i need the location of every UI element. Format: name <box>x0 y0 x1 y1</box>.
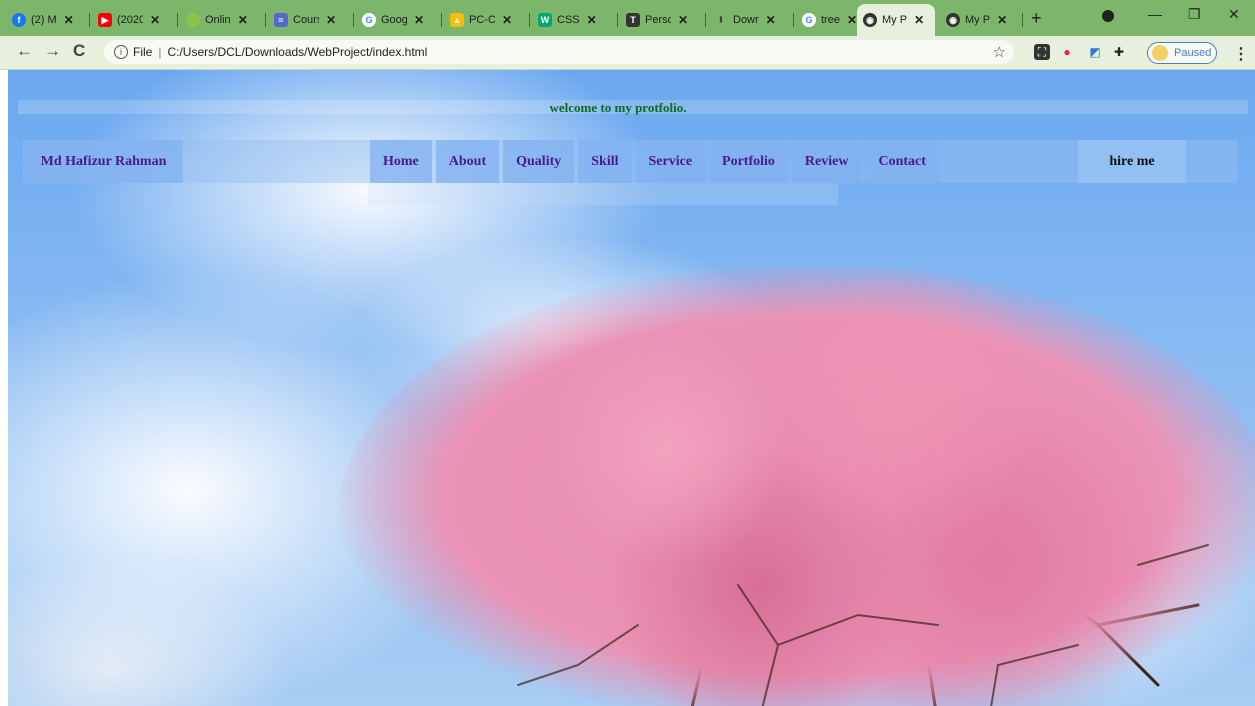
back-button[interactable]: ← <box>16 41 33 61</box>
close-window-button[interactable]: ✕ <box>1228 6 1240 23</box>
profile-button[interactable]: Paused <box>1147 42 1217 64</box>
close-tab-icon[interactable]: ✕ <box>326 13 336 27</box>
address-separator: | <box>158 45 162 59</box>
browser-tab[interactable]: ▶ (2020 ✕ <box>92 8 174 32</box>
profile-status: Paused <box>1174 47 1212 59</box>
nav-skill[interactable]: Skill <box>578 140 632 183</box>
browser-tab[interactable]: ◉ My P ✕ <box>940 8 1020 32</box>
android-icon <box>186 13 200 27</box>
browser-tab[interactable]: ≈ Cours ✕ <box>268 8 350 32</box>
w3schools-icon: W <box>538 13 552 27</box>
info-icon[interactable]: i <box>114 45 128 59</box>
menu-kebab-icon[interactable]: ⋮ <box>1233 44 1249 64</box>
globe-icon: ◉ <box>863 13 877 27</box>
tab-separator <box>529 13 530 27</box>
browser-tab[interactable]: f (2) M ✕ <box>6 8 86 32</box>
extension-icon[interactable]: ● <box>1059 44 1075 60</box>
tab-separator <box>177 13 178 27</box>
google-icon: G <box>362 13 376 27</box>
avatar <box>1152 45 1168 61</box>
close-tab-icon[interactable]: ✕ <box>414 13 424 27</box>
tab-separator <box>89 13 90 27</box>
puzzle-icon[interactable]: ✚ <box>1111 44 1127 60</box>
browser-toolbar: ← → C i File | C:/Users/DCL/Downloads/We… <box>0 36 1255 70</box>
new-tab-button[interactable]: + <box>1031 8 1042 29</box>
tab-separator <box>617 13 618 27</box>
tex-icon: T <box>626 13 640 27</box>
nav-portfolio[interactable]: Portfolio <box>709 140 788 183</box>
address-bar[interactable]: i File | C:/Users/DCL/Downloads/WebProje… <box>104 40 1014 64</box>
drive-icon: ▲ <box>450 13 464 27</box>
google-icon: G <box>802 13 816 27</box>
close-tab-icon[interactable]: ✕ <box>587 13 597 27</box>
download-icon: ⭳ <box>719 14 723 24</box>
course-icon: ≈ <box>274 13 288 27</box>
navbar-shadow <box>368 183 838 205</box>
tab-separator <box>1022 13 1023 27</box>
main-menu: Home About Quality Skill Service Portfol… <box>370 140 939 183</box>
tab-separator <box>793 13 794 27</box>
tab-separator <box>705 13 706 27</box>
hire-me-button[interactable]: hire me <box>1078 140 1186 183</box>
brand-logo-text[interactable]: Md Hafizur Rahman <box>24 140 183 183</box>
browser-tab[interactable]: W CSS ✕ <box>532 8 614 32</box>
close-tab-icon[interactable]: ✕ <box>502 13 512 27</box>
extension-icon[interactable]: ◩ <box>1087 44 1103 60</box>
nav-service[interactable]: Service <box>635 140 706 183</box>
restore-button[interactable]: ❐ <box>1188 6 1201 23</box>
browser-tab[interactable]: Onlin ✕ <box>180 8 262 32</box>
browser-tab[interactable]: ⭳ Dowr ✕ <box>708 8 790 32</box>
close-tab-icon[interactable]: ✕ <box>997 13 1007 27</box>
tab-strip: f (2) M ✕ ▶ (2020 ✕ Onlin ✕ ≈ Cours ✕ G … <box>0 0 1255 36</box>
scheme-label: File <box>133 45 153 59</box>
browser-tab-active[interactable]: ◉ My P ✕ <box>857 4 935 36</box>
reload-button[interactable]: C <box>73 41 85 61</box>
forward-button[interactable]: → <box>44 41 61 61</box>
tree-branches-front <box>517 544 1209 706</box>
extension-icon[interactable]: ⛶ <box>1034 44 1050 60</box>
tab-search-icon[interactable] <box>1102 10 1114 22</box>
close-tab-icon[interactable]: ✕ <box>150 13 160 27</box>
nav-about[interactable]: About <box>435 140 500 183</box>
close-tab-icon[interactable]: ✕ <box>847 13 857 27</box>
tab-separator <box>441 13 442 27</box>
welcome-text: welcome to my protfolio. <box>549 100 687 115</box>
facebook-icon: f <box>12 13 26 27</box>
close-tab-icon[interactable]: ✕ <box>766 13 776 27</box>
minimize-button[interactable]: — <box>1148 6 1162 22</box>
nav-quality[interactable]: Quality <box>503 140 575 183</box>
nav-home[interactable]: Home <box>370 140 432 183</box>
close-tab-icon[interactable]: ✕ <box>238 13 248 27</box>
nav-contact[interactable]: Contact <box>865 140 939 183</box>
close-tab-icon[interactable]: ✕ <box>678 13 688 27</box>
browser-tab[interactable]: T Perso ✕ <box>620 8 702 32</box>
nav-review[interactable]: Review <box>791 140 862 183</box>
close-tab-icon[interactable]: ✕ <box>914 13 924 27</box>
bookmark-star-icon[interactable]: ☆ <box>993 43 1006 61</box>
browser-tab[interactable]: ▲ PC-C ✕ <box>444 8 526 32</box>
url-text: C:/Users/DCL/Downloads/WebProject/index.… <box>167 45 428 59</box>
tab-separator <box>265 13 266 27</box>
browser-chrome: f (2) M ✕ ▶ (2020 ✕ Onlin ✕ ≈ Cours ✕ G … <box>0 0 1255 70</box>
browser-tab[interactable]: G Goog ✕ <box>356 8 438 32</box>
youtube-icon: ▶ <box>98 13 112 27</box>
close-tab-icon[interactable]: ✕ <box>64 13 74 27</box>
globe-icon: ◉ <box>946 13 960 27</box>
web-page: welcome to my protfolio. Md Hafizur Rahm… <box>8 70 1255 706</box>
tab-separator <box>353 13 354 27</box>
